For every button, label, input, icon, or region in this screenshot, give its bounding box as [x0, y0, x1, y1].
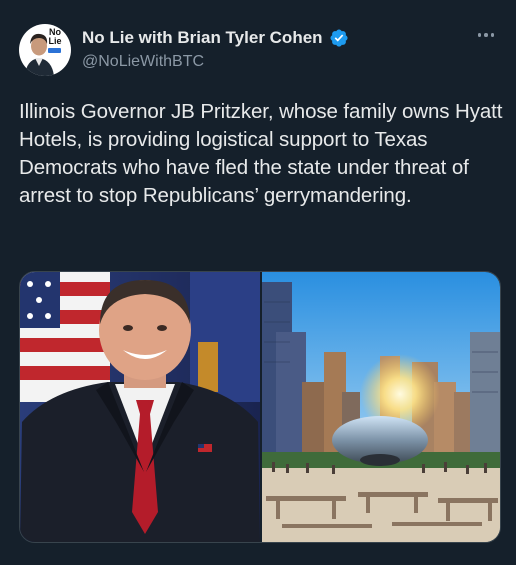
city-skyline-photo-icon[interactable] — [262, 272, 500, 542]
avatar[interactable]: No Lie — [19, 24, 71, 76]
author-name-row: No Lie with Brian Tyler Cohen — [82, 27, 349, 49]
media-grid[interactable] — [19, 271, 501, 543]
author-display-name[interactable]: No Lie with Brian Tyler Cohen — [82, 27, 323, 49]
more-options-icon[interactable] — [474, 28, 498, 42]
verified-badge-icon[interactable] — [329, 28, 349, 48]
avatar-logo-badge — [48, 48, 61, 53]
tweet-card[interactable]: No Lie No Lie with Brian Tyler Cohen @No… — [0, 0, 516, 565]
avatar-logo-text: No Lie — [48, 27, 62, 46]
author-handle[interactable]: @NoLieWithBTC — [82, 52, 204, 72]
tweet-text: Illinois Governor JB Pritzker, whose fam… — [19, 100, 503, 207]
portrait-photo-icon[interactable] — [20, 272, 260, 542]
